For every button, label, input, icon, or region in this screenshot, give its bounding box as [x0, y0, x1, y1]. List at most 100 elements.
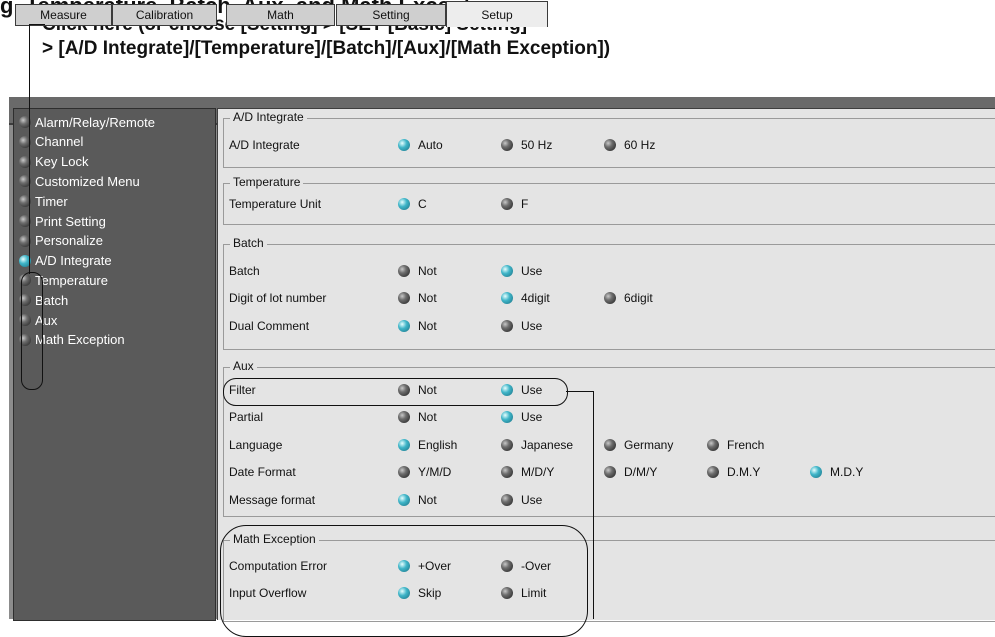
radio-option-label: Not	[418, 493, 437, 507]
radio-option-label: F	[521, 197, 529, 211]
radio-option-language-english[interactable]: English	[398, 438, 457, 452]
radio-option-language-germany[interactable]: Germany	[604, 438, 673, 452]
radio-option-label: English	[418, 438, 458, 452]
radio-led-icon	[398, 265, 410, 277]
sidebar-item-alarm-relay-remote[interactable]: Alarm/Relay/Remote	[19, 113, 155, 131]
radio-option-label: Y/M/D	[418, 465, 452, 479]
radio-option-digit-of-lot-number-4digit[interactable]: 4digit	[501, 291, 550, 305]
radio-option-label: 50 Hz	[521, 138, 553, 152]
tab-label: Setup	[481, 7, 513, 22]
radio-option-message-format-use[interactable]: Use	[501, 493, 542, 507]
sidebar-item-timer[interactable]: Timer	[19, 192, 68, 210]
radio-led-icon	[398, 411, 410, 423]
radio-option-label: 6digit	[624, 291, 653, 305]
radio-led-icon	[501, 494, 513, 506]
radio-option-label: Use	[521, 319, 543, 333]
radio-option-partial-not[interactable]: Not	[398, 410, 437, 424]
radio-option-label: 4digit	[521, 291, 550, 305]
tab-label: Calibration	[135, 8, 194, 22]
radio-led-icon	[501, 292, 513, 304]
radio-option-a-d-integrate-60-hz[interactable]: 60 Hz	[604, 138, 655, 152]
radio-led-icon	[398, 198, 410, 210]
row-label-batch: Batch	[229, 264, 260, 278]
tab-setting[interactable]: Setting	[336, 4, 446, 26]
radio-option-date-format-m-d-y[interactable]: M.D.Y	[810, 465, 863, 479]
tab-label: Setting	[372, 8, 410, 22]
sidebar-item-customized-menu[interactable]: Customized Menu	[19, 172, 140, 190]
radio-option-a-d-integrate-50-hz[interactable]: 50 Hz	[501, 138, 552, 152]
tab-measure[interactable]: Measure	[15, 4, 112, 26]
radio-option-dual-comment-not[interactable]: Not	[398, 319, 437, 333]
sidebar-item-print-setting[interactable]: Print Setting	[19, 212, 106, 230]
radio-option-label: Not	[418, 291, 437, 305]
sidebar-item-a-d-integrate[interactable]: A/D Integrate	[19, 252, 112, 270]
radio-led-icon	[604, 466, 616, 478]
radio-option-digit-of-lot-number-6digit[interactable]: 6digit	[604, 291, 653, 305]
row-label-digit-of-lot-number: Digit of lot number	[229, 291, 327, 305]
instruction-line-2: > [A/D Integrate]/[Temperature]/[Batch]/…	[42, 38, 611, 59]
radio-option-date-format-d-m-y[interactable]: D/M/Y	[604, 465, 657, 479]
radio-option-digit-of-lot-number-not[interactable]: Not	[398, 291, 437, 305]
radio-option-label: C	[418, 197, 427, 211]
group-temperature: Temperature	[223, 175, 995, 225]
callout-math-oval	[220, 525, 588, 637]
callout-filter-connector	[566, 391, 594, 392]
radio-option-language-french[interactable]: French	[707, 438, 764, 452]
row-label-temperature-unit: Temperature Unit	[229, 197, 322, 211]
callout-leader-vertical	[29, 24, 30, 274]
radio-led-icon	[398, 320, 410, 332]
group-title: Batch	[230, 236, 267, 250]
radio-option-label: Not	[418, 410, 437, 424]
radio-led-icon	[501, 139, 513, 151]
radio-option-date-format-m-d-y[interactable]: M/D/Y	[501, 465, 554, 479]
radio-led-icon	[501, 439, 513, 451]
tab-label: Measure	[40, 8, 87, 22]
row-label-date-format: Date Format	[229, 465, 296, 479]
radio-option-partial-use[interactable]: Use	[501, 410, 542, 424]
radio-option-label: D/M/Y	[624, 465, 658, 479]
sidebar-item-label: Print Setting	[35, 213, 106, 229]
radio-led-icon	[604, 292, 616, 304]
callout-filter-oval	[223, 378, 568, 406]
sidebar-item-label: Alarm/Relay/Remote	[35, 114, 155, 130]
radio-led-icon	[398, 292, 410, 304]
radio-led-icon	[707, 439, 719, 451]
callout-filter-drop	[593, 391, 594, 619]
row-label-message-format: Message format	[229, 493, 316, 507]
radio-option-label: Auto	[418, 138, 443, 152]
sidebar-item-label: Personalize	[35, 233, 103, 249]
callout-sidebar-oval	[21, 272, 43, 390]
sidebar-item-label: A/D Integrate	[35, 253, 112, 269]
radio-option-label: 60 Hz	[624, 138, 656, 152]
tab-label: Math	[267, 8, 294, 22]
radio-option-batch-not[interactable]: Not	[398, 264, 437, 278]
sidebar-item-personalize[interactable]: Personalize	[19, 232, 103, 250]
tab-setup[interactable]: Setup	[446, 1, 548, 27]
radio-option-date-format-y-m-d[interactable]: Y/M/D	[398, 465, 451, 479]
radio-option-dual-comment-use[interactable]: Use	[501, 319, 542, 333]
radio-option-date-format-d-m-y[interactable]: D.M.Y	[707, 465, 760, 479]
radio-led-icon	[501, 320, 513, 332]
row-label-a-d-integrate: A/D Integrate	[229, 138, 300, 152]
tab-math[interactable]: Math	[226, 4, 335, 26]
radio-led-icon	[501, 198, 513, 210]
radio-option-a-d-integrate-auto[interactable]: Auto	[398, 138, 443, 152]
radio-led-icon	[501, 466, 513, 478]
radio-led-icon	[707, 466, 719, 478]
radio-option-temperature-unit-f[interactable]: F	[501, 197, 528, 211]
row-label-language: Language	[229, 438, 283, 452]
radio-option-label: French	[727, 438, 765, 452]
row-label-partial: Partial	[229, 410, 264, 424]
radio-option-temperature-unit-c[interactable]: C	[398, 197, 427, 211]
sidebar-item-label: Timer	[35, 193, 68, 209]
tab-calibration[interactable]: Calibration	[112, 4, 217, 26]
radio-led-icon	[398, 439, 410, 451]
radio-option-batch-use[interactable]: Use	[501, 264, 542, 278]
radio-option-language-japanese[interactable]: Japanese	[501, 438, 573, 452]
radio-option-message-format-not[interactable]: Not	[398, 493, 437, 507]
sidebar-item-label: Key Lock	[35, 154, 89, 170]
radio-option-label: Japanese	[521, 438, 574, 452]
radio-led-icon	[398, 494, 410, 506]
radio-led-icon	[398, 466, 410, 478]
radio-option-label: Not	[418, 264, 437, 278]
